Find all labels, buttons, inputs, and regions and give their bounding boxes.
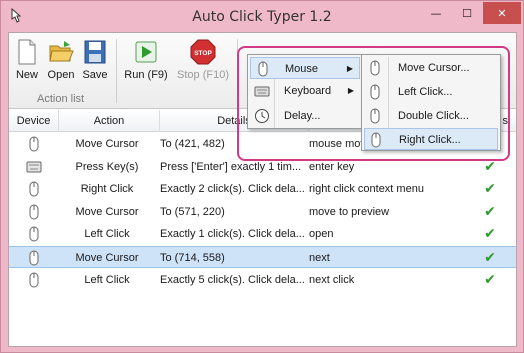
keyboard-icon <box>9 156 59 178</box>
app-window: Auto Click Typer 1.2 — ☐ ✕ New Open Save… <box>0 0 524 353</box>
new-file-icon <box>18 39 36 65</box>
ribbon-separator <box>237 39 238 103</box>
save-button[interactable]: Save <box>81 39 109 81</box>
menu-item-delay[interactable]: Delay... <box>250 105 360 127</box>
ribbon-separator <box>116 39 117 103</box>
stop-sign-icon: STOP <box>190 39 216 65</box>
keyboard-icon <box>254 86 270 97</box>
action-list-group-label: Action list <box>37 93 85 105</box>
submenu-arrow-icon: ▶ <box>346 64 353 73</box>
new-button[interactable]: New <box>13 39 41 81</box>
mouse-icon <box>9 247 59 269</box>
mouse-icon <box>9 133 59 155</box>
submenu-item-left-click[interactable]: Left Click... <box>364 81 498 103</box>
action-cell: Move Cursor <box>75 138 139 150</box>
details-cell: Exactly 2 click(s). Click dela... <box>160 183 305 196</box>
mouse-submenu: Move Cursor... Left Click... Double Click.… <box>361 54 501 151</box>
submenu-item-move-cursor[interactable]: Move Cursor... <box>364 57 498 79</box>
comment-cell: enter key <box>309 160 355 173</box>
mouse-icon <box>368 108 384 124</box>
mouse-icon <box>368 84 384 100</box>
clock-icon <box>255 109 269 123</box>
details-cell: To (421, 482) <box>160 138 225 150</box>
action-cell: Move Cursor <box>75 252 139 264</box>
comment-cell: right click context menu <box>309 183 424 196</box>
details-cell: To (571, 220) <box>160 205 225 218</box>
details-cell: Press ['Enter'] exactly 1 tim... <box>160 160 302 173</box>
title-bar[interactable]: Auto Click Typer 1.2 — ☐ ✕ <box>1 1 523 31</box>
column-header-device[interactable]: Device <box>9 110 59 132</box>
close-button[interactable]: ✕ <box>483 2 521 24</box>
mouse-icon <box>9 178 59 200</box>
menu-item-mouse[interactable]: Mouse ▶ <box>250 57 360 79</box>
check-icon: ✔ <box>484 226 496 243</box>
svg-text:STOP: STOP <box>194 50 212 57</box>
folder-open-icon <box>49 41 74 62</box>
table-row[interactable]: Move Cursor To (714, 558) next ✔ <box>9 246 516 268</box>
check-icon: ✔ <box>484 158 496 175</box>
run-button[interactable]: Run (F9) <box>121 39 171 81</box>
comment-cell: open <box>309 228 334 241</box>
enabled-check-icon[interactable]: ✔ <box>475 223 505 245</box>
mouse-icon <box>9 223 59 245</box>
table-row[interactable]: Press Key(s) Press ['Enter'] exactly 1 ti… <box>9 156 516 178</box>
minimize-button[interactable]: — <box>421 2 451 24</box>
enabled-check-icon[interactable]: ✔ <box>475 247 505 269</box>
check-icon: ✔ <box>484 203 496 220</box>
table-row[interactable]: Right Click Exactly 2 click(s). Click del… <box>9 178 516 200</box>
mouse-icon <box>9 201 59 223</box>
open-button[interactable]: Open <box>45 39 77 81</box>
table-row[interactable]: Move Cursor To (571, 220) move to preview ✔ <box>9 201 516 223</box>
details-cell: To (714, 558) <box>160 252 225 264</box>
maximize-button[interactable]: ☐ <box>452 2 482 24</box>
submenu-arrow-icon: ▶ <box>347 86 354 95</box>
stop-button[interactable]: STOP Stop (F10) <box>175 39 231 81</box>
table-row[interactable]: Left Click Exactly 1 click(s). Click dela… <box>9 223 516 245</box>
column-header-action[interactable]: Action <box>59 110 160 132</box>
mouse-icon <box>369 132 385 148</box>
add-action-menu: Mouse ▶ Keyboard ▶ Delay... <box>247 54 363 129</box>
details-cell: Exactly 1 click(s). Click dela... <box>160 228 305 241</box>
action-cell: Right Click <box>80 183 134 196</box>
submenu-item-right-click[interactable]: Right Click... <box>364 128 498 150</box>
submenu-item-double-click[interactable]: Double Click... <box>364 105 498 127</box>
enabled-check-icon[interactable]: ✔ <box>475 178 505 200</box>
play-icon <box>135 41 157 63</box>
action-cell: Left Click <box>84 228 130 241</box>
comment-cell: next click <box>309 273 355 286</box>
check-icon: ✔ <box>484 250 496 266</box>
check-icon: ✔ <box>484 271 496 288</box>
action-cell: Press Key(s) <box>75 160 139 173</box>
check-icon: ✔ <box>484 181 496 198</box>
mouse-icon <box>9 269 59 291</box>
save-disk-icon <box>84 40 106 64</box>
details-cell: Exactly 5 click(s). Click dela... <box>160 273 305 286</box>
action-cell: Left Click <box>84 273 130 286</box>
enabled-check-icon[interactable]: ✔ <box>475 156 505 178</box>
mouse-icon <box>368 60 384 76</box>
comment-cell: move to preview <box>309 205 390 218</box>
action-cell: Move Cursor <box>75 205 139 218</box>
table-row[interactable]: Left Click Exactly 5 click(s). Click dela… <box>9 269 516 291</box>
menu-item-keyboard[interactable]: Keyboard ▶ <box>250 80 360 102</box>
enabled-check-icon[interactable]: ✔ <box>475 269 505 291</box>
enabled-check-icon[interactable]: ✔ <box>475 201 505 223</box>
comment-cell: next <box>309 252 330 264</box>
mouse-icon <box>258 61 268 77</box>
